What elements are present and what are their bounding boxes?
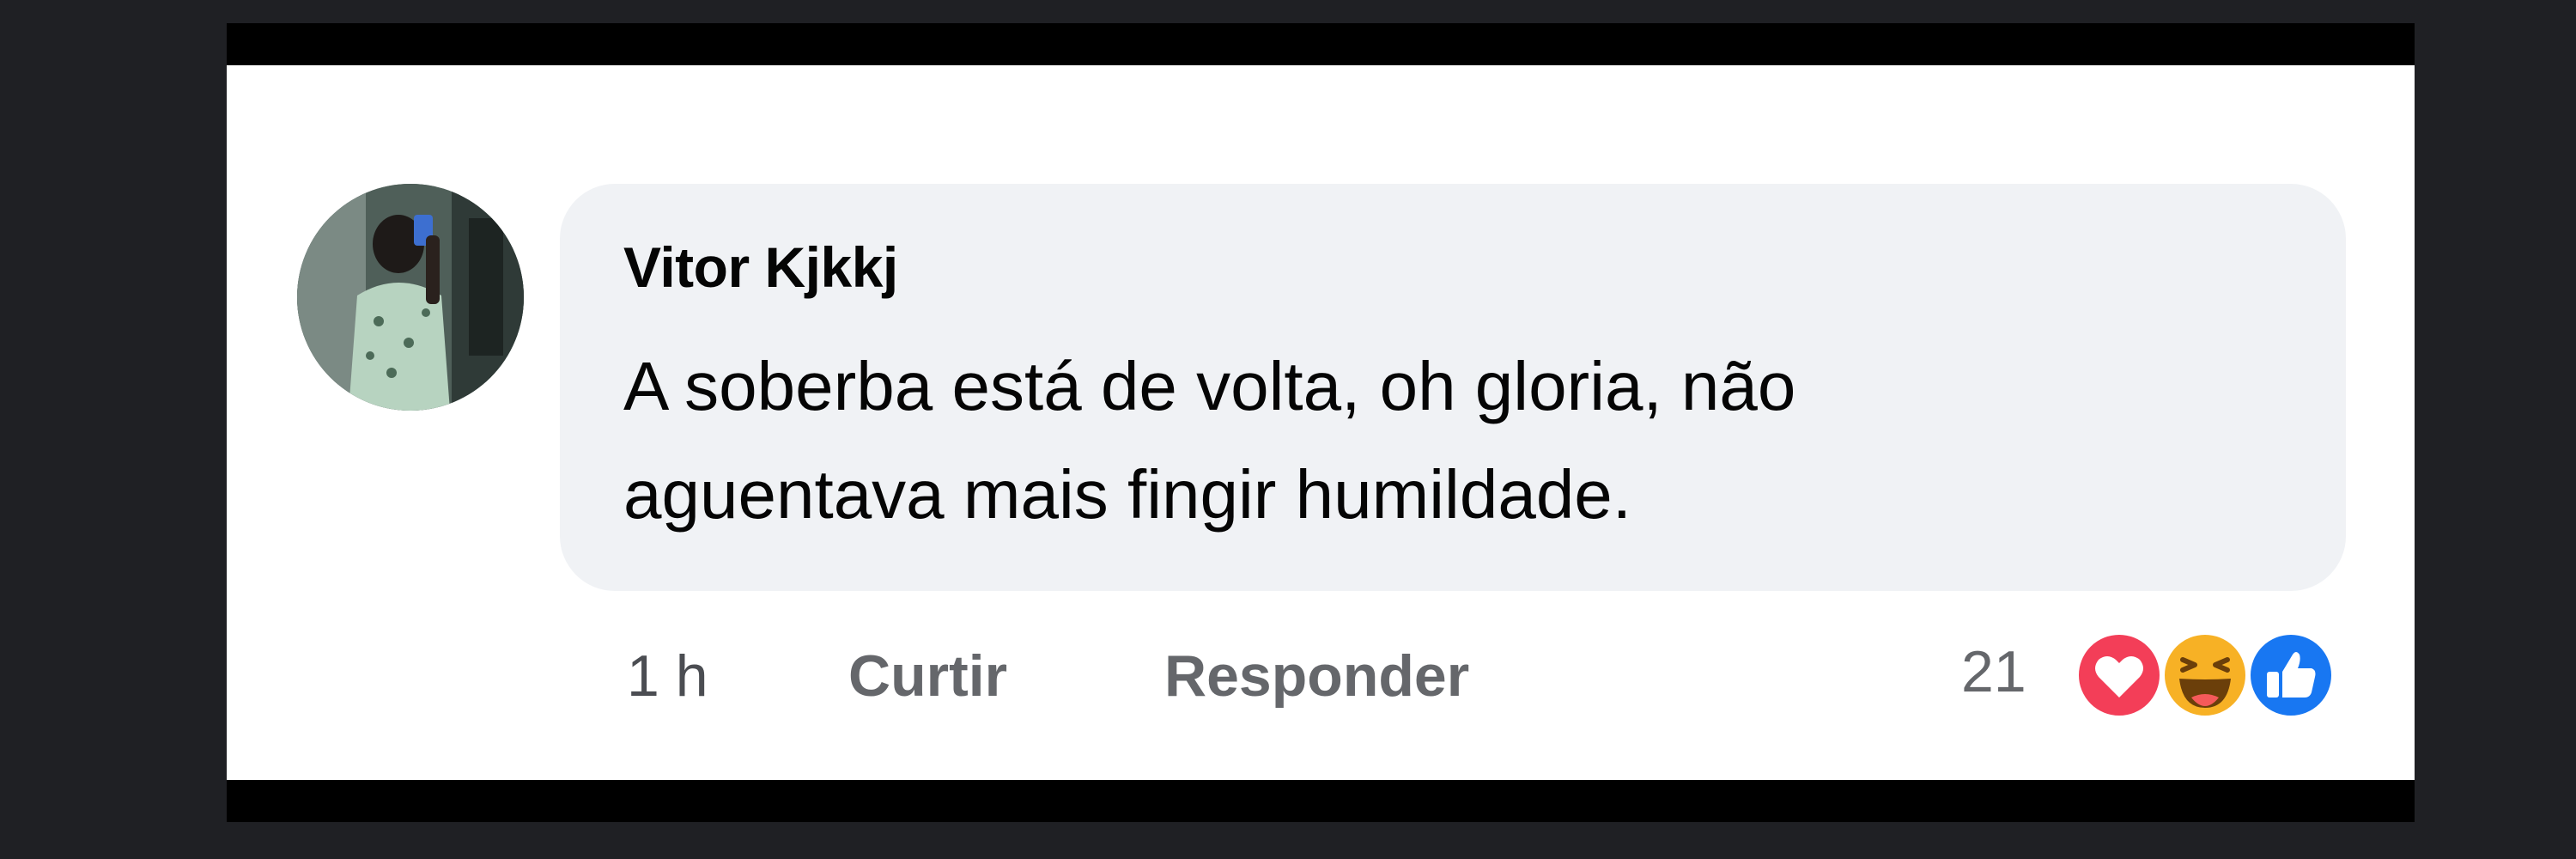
like-button[interactable]: Curtir xyxy=(848,647,1007,705)
avatar-photo xyxy=(297,184,524,411)
comment-timestamp[interactable]: 1 h xyxy=(627,647,708,705)
avatar[interactable] xyxy=(297,184,524,411)
reaction-icons[interactable] xyxy=(2073,629,2348,723)
reaction-count[interactable]: 21 xyxy=(1961,643,2026,701)
haha-icon xyxy=(2160,630,2251,721)
reply-button[interactable]: Responder xyxy=(1164,647,1469,705)
comment-author[interactable]: Vitor Kjkkj xyxy=(623,239,898,295)
love-icon xyxy=(2074,630,2165,721)
like-icon xyxy=(2245,630,2336,721)
comment-text-line-2: aguentava mais fingir humildade. xyxy=(623,456,1632,533)
comment-text-line-1: A soberba está de volta, oh gloria, não xyxy=(623,348,1796,424)
